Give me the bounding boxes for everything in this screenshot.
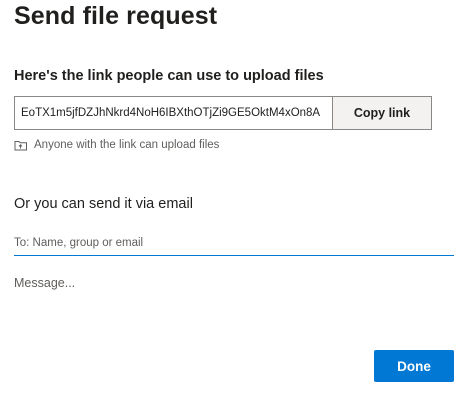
email-section-heading: Or you can send it via email — [14, 196, 193, 212]
link-permission-text: Anyone with the link can upload files — [34, 139, 220, 151]
link-section-heading: Here's the link people can use to upload… — [14, 68, 324, 84]
link-permission-setting[interactable]: Anyone with the link can upload files — [14, 138, 219, 152]
send-file-request-dialog: Send file request Here's the link people… — [0, 0, 469, 394]
folder-upload-icon — [14, 138, 28, 152]
dialog-title: Send file request — [14, 2, 218, 30]
done-button[interactable]: Done — [374, 350, 454, 382]
message-input[interactable] — [14, 276, 454, 336]
recipients-input[interactable] — [14, 230, 454, 256]
link-row: Copy link — [14, 96, 432, 130]
upload-link-field[interactable] — [14, 96, 332, 130]
copy-link-button[interactable]: Copy link — [332, 96, 432, 130]
